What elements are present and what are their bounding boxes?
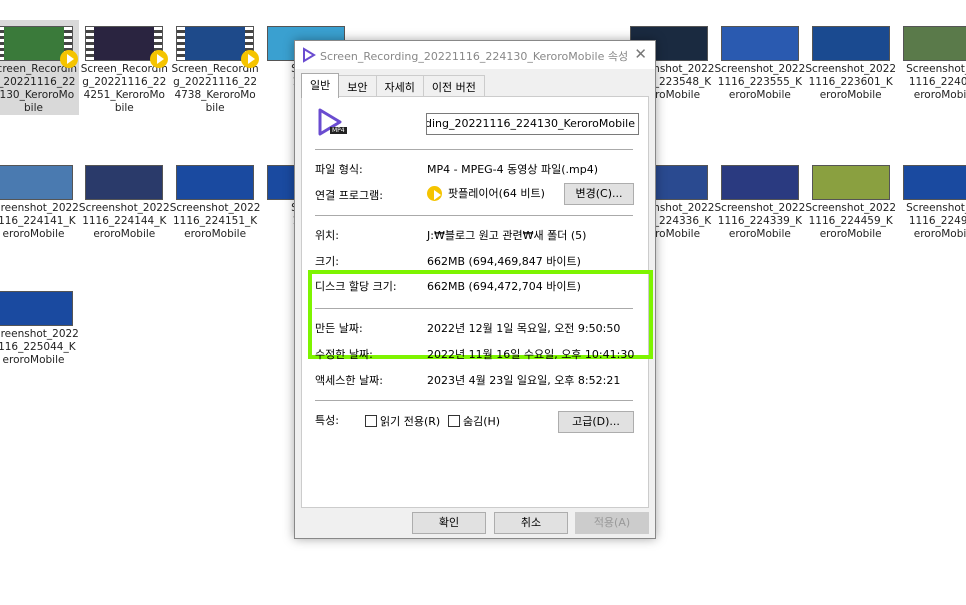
thumbnail — [0, 27, 78, 68]
potplayer-icon — [427, 186, 442, 201]
thumbnail — [177, 166, 254, 199]
file-item[interactable]: Screen_Recordin g_20221116_22 4738_KeroroM… — [170, 20, 261, 115]
file-name: Screenshot_2022 1116_224459_K eroroMobile — [805, 202, 897, 240]
divider — [315, 215, 633, 216]
file-item[interactable]: Screenshot_21116_22495eroroMobil — [896, 159, 966, 243]
play-icon — [241, 50, 260, 68]
disk-size-value: 662MB (694,472,704 바이트) — [427, 280, 581, 293]
attributes-label: 특성: — [315, 414, 339, 427]
thumbnail — [812, 166, 889, 199]
disk-size-label: 디스크 할당 크기: — [315, 280, 397, 293]
location-value: J:₩블로그 원고 관련₩새 폴더 (5) — [427, 229, 587, 242]
file-item[interactable]: Screen_Recording_20221116_224130_KeroroM… — [0, 20, 79, 115]
file-item[interactable]: Screenshot_2022 1116_224459_K eroroMobile — [805, 159, 896, 243]
thumbnail — [903, 166, 966, 199]
ok-button[interactable]: 확인 — [412, 512, 486, 534]
file-name: Screenshot_20221116_224141_KeroroMobile — [0, 202, 79, 240]
thumbnail — [721, 27, 798, 60]
file-name: Screenshot_20221116_225044_KeroroMobile — [0, 328, 79, 366]
size-label: 크기: — [315, 255, 339, 268]
file-item[interactable]: Screenshot_2022 1116_223555_K eroroMobile — [714, 20, 805, 115]
accessed-label: 액세스한 날짜: — [315, 374, 383, 387]
modified-value: 2022년 11월 16일 수요일, 오후 10:41:30 — [427, 348, 635, 361]
divider — [315, 149, 633, 150]
change-button[interactable]: 변경(C)... — [564, 183, 634, 205]
modified-label: 수정한 날짜: — [315, 348, 373, 361]
thumbnail — [721, 166, 798, 199]
accessed-value: 2023년 4월 23일 일요일, 오후 8:52:21 — [427, 374, 621, 387]
file-name: Screen_Recording_20221116_224130_KeroroM… — [0, 63, 78, 114]
file-item[interactable]: Screenshot_2022 1116_224339_K eroroMobile — [714, 159, 805, 243]
thumbnail — [86, 166, 163, 199]
thumbnail — [903, 27, 966, 60]
file-name: Screenshot_21116_22400eroroMobil — [906, 63, 966, 101]
file-item[interactable]: Screen_Recordin g_20221116_22 4251_KeroroM… — [79, 20, 170, 115]
file-item[interactable]: Screenshot_20221116_225044_KeroroMobile — [0, 285, 79, 369]
file-type-value: MP4 - MPEG-4 동영상 파일(.mp4) — [427, 163, 599, 176]
file-name: Screenshot_2022 1116_224144_K eroroMobile — [78, 202, 170, 240]
cancel-button[interactable]: 취소 — [494, 512, 568, 534]
mp4-file-icon: MP4 — [316, 107, 350, 137]
divider — [315, 400, 633, 401]
properties-dialog: Screen_Recording_20221116_224130_KeroroM… — [294, 40, 656, 539]
thumbnail — [177, 27, 260, 68]
file-item[interactable]: Screenshot_21116_22400eroroMobil — [896, 20, 966, 115]
general-panel: MP4 Screen_Recording_20221116_224130_Ker… — [301, 96, 653, 508]
size-value: 662MB (694,469,847 바이트) — [427, 255, 581, 268]
apply-button[interactable]: 적용(A) — [575, 512, 649, 534]
file-item[interactable]: Screenshot_20221116_224141_KeroroMobile — [0, 159, 79, 243]
file-name: Screenshot_2022 1116_224339_K eroroMobile — [714, 202, 806, 240]
created-label: 만든 날짜: — [315, 322, 363, 335]
dialog-title: Screen_Recording_20221116_224130_KeroroM… — [320, 50, 629, 63]
file-name: Screen_Recordin g_20221116_22 4738_KeroroM… — [171, 63, 259, 114]
tab-general[interactable]: 일반 — [301, 73, 340, 98]
opens-with-value: 팟플레이어(64 비트) — [427, 185, 545, 201]
thumbnail — [0, 292, 72, 325]
filename-input[interactable]: Screen_Recording_20221116_224130_KeroroM… — [426, 113, 639, 135]
tab-security[interactable]: 보안 — [338, 75, 377, 96]
file-item[interactable]: Screenshot_2022 1116_223601_K eroroMobile — [805, 20, 896, 115]
video-file-icon — [303, 47, 316, 63]
hidden-checkbox[interactable]: 숨김(H) — [448, 413, 500, 429]
file-name: Screen_Recordin g_20221116_22 4251_KeroroM… — [80, 63, 168, 114]
file-name: Screenshot_2022 1116_223555_K eroroMobile — [714, 63, 806, 101]
divider — [315, 308, 633, 309]
advanced-button[interactable]: 고급(D)... — [558, 411, 634, 433]
file-name: Screenshot_21116_22495eroroMobil — [906, 202, 966, 240]
opens-with-label: 연결 프로그램: — [315, 189, 383, 202]
location-label: 위치: — [315, 229, 339, 242]
tab-previous-versions[interactable]: 이전 버전 — [422, 75, 485, 96]
close-icon[interactable]: ✕ — [634, 45, 647, 63]
title-bar: Screen_Recording_20221116_224130_KeroroM… — [295, 41, 655, 69]
file-name: Screenshot_2022 1116_224151_K eroroMobile — [169, 202, 261, 240]
thumbnail — [86, 27, 169, 68]
file-name: Screenshot_2022 1116_223601_K eroroMobile — [805, 63, 897, 101]
thumbnail — [812, 27, 889, 60]
play-icon — [59, 50, 78, 68]
tab-details[interactable]: 자세히 — [375, 75, 424, 96]
readonly-checkbox[interactable]: 읽기 전용(R) — [365, 413, 440, 429]
created-value: 2022년 12월 1일 목요일, 오전 9:50:50 — [427, 322, 621, 335]
file-type-label: 파일 형식: — [315, 163, 363, 176]
file-item[interactable]: Screenshot_2022 1116_224151_K eroroMobile — [170, 159, 261, 243]
thumbnail — [0, 166, 72, 199]
tab-bar: 일반 보안 자세히 이전 버전 — [301, 73, 485, 98]
file-item[interactable]: Screenshot_2022 1116_224144_K eroroMobile — [79, 159, 170, 243]
checkbox-icon — [448, 415, 460, 427]
checkbox-icon — [365, 415, 377, 427]
